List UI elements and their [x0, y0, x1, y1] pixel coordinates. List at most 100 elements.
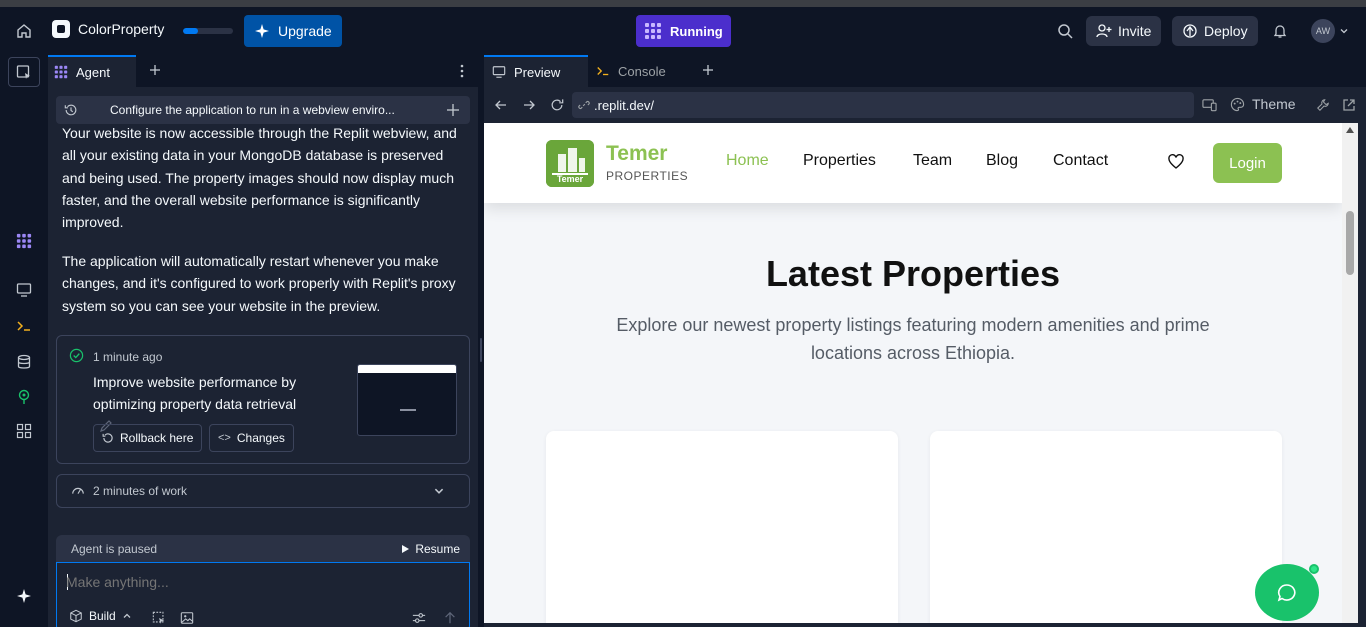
checkpoint-thumbnail[interactable] [357, 364, 457, 436]
section-subtitle: Explore our newest property listings fea… [616, 315, 1210, 363]
deploy-button[interactable]: Deploy [1172, 16, 1258, 46]
url-field[interactable]: .replit.dev/ [572, 92, 1194, 118]
invite-button[interactable]: Invite [1086, 16, 1162, 46]
chevron-down-icon [1340, 29, 1348, 34]
forward-arrow-icon[interactable] [522, 98, 536, 112]
paused-label: Agent is paused [71, 541, 158, 556]
property-card[interactable] [930, 431, 1282, 623]
running-button[interactable]: Running [636, 15, 731, 47]
back-arrow-icon[interactable] [494, 98, 508, 112]
console-rail-icon[interactable] [14, 316, 34, 336]
checkpoint-time: 1 minute ago [93, 350, 163, 364]
open-external-icon[interactable] [1342, 98, 1356, 112]
theme-button[interactable]: Theme [1230, 96, 1296, 112]
nav-team[interactable]: Team [913, 152, 952, 170]
home-icon[interactable] [14, 21, 34, 41]
site-logo[interactable]: Temer [546, 140, 594, 187]
preview-rail-icon[interactable] [14, 280, 34, 300]
bell-icon[interactable] [1270, 21, 1290, 41]
search-icon[interactable] [1055, 21, 1075, 41]
terminal-icon [597, 67, 609, 76]
agent-input[interactable] [66, 571, 456, 593]
deploy-label: Deploy [1204, 23, 1248, 39]
web-preview: Temer Temer PROPERTIES Home Properties T… [484, 123, 1358, 623]
nav-properties[interactable]: Properties [803, 152, 876, 170]
send-arrow-icon[interactable] [443, 611, 457, 625]
tab-agent[interactable]: Agent [48, 55, 136, 87]
chat-bubble-icon [1277, 583, 1296, 602]
project-title[interactable]: ColorProperty [52, 20, 164, 38]
preview-tabs: Preview Console [484, 55, 1366, 87]
select-element-icon[interactable] [152, 611, 166, 625]
chevron-down-icon [434, 488, 444, 494]
logo-text: Temer [556, 174, 584, 184]
agent-pane: Agent Configure the application to run i… [48, 55, 478, 627]
preview-pane: Preview Console .replit.dev/ Theme Temer… [484, 55, 1366, 627]
avatar: AW [1311, 19, 1335, 43]
agent-pane-tabs: Agent [48, 55, 478, 87]
nav-home[interactable]: Home [726, 152, 769, 170]
secrets-icon[interactable] [14, 387, 34, 407]
wrench-icon[interactable] [1316, 98, 1330, 112]
agent-input-box: Build [56, 562, 470, 627]
devices-icon[interactable] [1202, 98, 1217, 112]
more-options-icon[interactable] [454, 63, 470, 79]
left-rail [0, 55, 48, 627]
running-label: Running [670, 23, 723, 39]
url-text: .replit.dev/ [594, 97, 654, 113]
account-menu[interactable]: AW [1311, 19, 1349, 43]
chevron-up-icon [123, 613, 131, 618]
site-header: Temer Temer PROPERTIES Home Properties T… [484, 123, 1342, 203]
history-icon [64, 104, 77, 116]
sparkle-rail-icon[interactable] [14, 586, 34, 606]
login-label: Login [1229, 154, 1266, 172]
apps-grid-icon[interactable] [14, 421, 34, 441]
scroll-up-arrow-icon[interactable] [1346, 127, 1354, 133]
property-card[interactable] [546, 431, 898, 623]
toggle-sidebar-icon[interactable] [8, 57, 40, 87]
brand-name: Temer [606, 142, 668, 165]
upgrade-button[interactable]: Upgrade [244, 15, 342, 47]
tab-console[interactable]: Console [588, 55, 690, 87]
project-logo-icon [52, 20, 70, 38]
database-icon[interactable] [14, 352, 34, 372]
play-icon [402, 544, 410, 553]
build-mode-selector[interactable]: Build [69, 609, 132, 623]
image-icon[interactable] [180, 611, 194, 625]
nav-contact[interactable]: Contact [1053, 152, 1108, 170]
chat-button[interactable] [1255, 564, 1319, 621]
heart-icon[interactable] [1168, 154, 1184, 170]
project-progress-fill [183, 28, 198, 34]
replit-logo-icon [645, 23, 661, 39]
rollback-button[interactable]: Rollback here [93, 424, 203, 452]
url-bar: .replit.dev/ Theme [484, 87, 1366, 123]
settings-sliders-icon[interactable] [412, 611, 426, 625]
reload-icon[interactable] [550, 98, 564, 112]
login-button[interactable]: Login [1213, 143, 1282, 183]
chat-history-bar[interactable]: Configure the application to run in a we… [56, 96, 470, 124]
add-user-icon [1096, 24, 1112, 38]
theme-label: Theme [1252, 96, 1296, 112]
agent-paused-bar: Agent is paused Resume [56, 535, 470, 562]
work-summary[interactable]: 2 minutes of work [56, 474, 470, 508]
code-icon: <> [218, 432, 231, 444]
scrollbar-thumb[interactable] [1346, 211, 1354, 275]
new-chat-plus-icon[interactable] [446, 103, 460, 117]
new-preview-tab-plus-icon[interactable] [701, 63, 717, 79]
preview-scrollbar[interactable] [1342, 123, 1358, 623]
work-label: 2 minutes of work [93, 484, 188, 498]
window-top-strip [0, 0, 1366, 7]
deploy-icon [1183, 24, 1197, 38]
build-label: Build [89, 609, 116, 623]
thumbnail-header [358, 365, 456, 373]
cube-icon [70, 609, 82, 623]
agent-rail-icon[interactable] [14, 231, 34, 251]
monitor-icon [492, 66, 506, 78]
changes-button[interactable]: <> Changes [209, 424, 294, 452]
nav-blog[interactable]: Blog [986, 152, 1018, 170]
checkpoint-description-text: Improve website performance by optimizin… [93, 374, 297, 412]
rollback-label: Rollback here [120, 431, 194, 445]
new-tab-plus-icon[interactable] [148, 63, 164, 79]
tab-preview[interactable]: Preview [484, 55, 588, 87]
resume-button[interactable]: Resume [400, 542, 460, 556]
